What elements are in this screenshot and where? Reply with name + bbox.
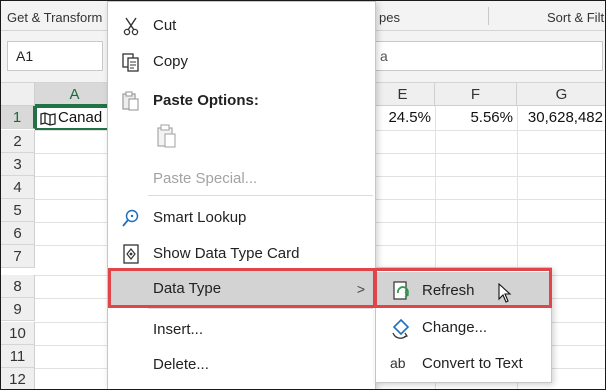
menu-item-cut[interactable]: Cut — [108, 7, 375, 43]
row-header-3[interactable]: 3 — [1, 153, 35, 176]
cell-f1[interactable]: 5.56% — [439, 106, 513, 129]
row-header-6[interactable]: 6 — [1, 222, 35, 245]
cell-a1[interactable]: Canad — [35, 106, 115, 130]
menu-separator — [148, 308, 373, 309]
column-header-f[interactable]: F — [435, 83, 517, 106]
menu-item-smart-lookup[interactable]: Smart Lookup — [108, 199, 375, 235]
row-header-4[interactable]: 4 — [1, 176, 35, 199]
smart-lookup-icon — [120, 207, 142, 229]
copy-icon — [120, 51, 142, 73]
row-header-1[interactable]: 1 — [1, 106, 35, 129]
ribbon-group-sort-filter[interactable]: Sort & Filt — [547, 10, 604, 25]
geography-map-icon[interactable] — [40, 112, 56, 129]
ribbon-group-data-types[interactable]: pes — [379, 10, 400, 25]
menu-item-delete[interactable]: Delete... — [108, 346, 375, 382]
column-header-g[interactable]: G — [517, 83, 605, 106]
menu-item-show-data-type-card[interactable]: Show Data Type Card — [108, 235, 375, 271]
select-all-corner[interactable] — [1, 83, 35, 106]
name-box[interactable]: A1 — [7, 41, 103, 71]
menu-item-paste-options-label: Paste Options: — [153, 92, 259, 109]
row-header-12[interactable]: 12 — [1, 368, 35, 389]
context-menu: Cut Copy Paste Options: Paste Special...… — [107, 1, 376, 389]
menu-item-cut-label: Cut — [153, 17, 177, 34]
submenu-item-convert-to-text-label: Convert to Text — [422, 355, 523, 372]
menu-item-paste-special-label: Paste Special... — [153, 170, 258, 187]
row-header-11[interactable]: 11 — [1, 345, 35, 368]
menu-item-smart-lookup-label: Smart Lookup — [153, 209, 247, 226]
paste-option-icon[interactable] — [154, 123, 180, 151]
submenu-item-change[interactable]: Change... — [376, 309, 551, 345]
row-header-5[interactable]: 5 — [1, 199, 35, 222]
submenu-item-convert-to-text[interactable]: ab Convert to Text — [376, 345, 551, 381]
menu-item-insert-label: Insert... — [153, 321, 204, 338]
data-type-highlight — [108, 268, 376, 308]
row-header-10[interactable]: 10 — [1, 322, 35, 345]
row-header-8[interactable]: 8 — [1, 275, 35, 298]
row-header-2[interactable]: 2 — [1, 130, 35, 153]
cell-a1-value: Canad — [58, 109, 103, 126]
menu-item-copy-label: Copy — [153, 53, 189, 70]
column-header-e[interactable]: E — [371, 83, 435, 106]
row-header-7[interactable]: 7 — [1, 245, 35, 268]
menu-separator — [148, 195, 373, 196]
convert-text-icon: ab — [390, 355, 406, 371]
menu-item-show-data-type-card-label: Show Data Type Card — [153, 245, 300, 262]
change-icon — [390, 317, 412, 339]
submenu-item-change-label: Change... — [422, 319, 488, 336]
scissors-icon — [120, 15, 142, 37]
excel-window: Get & Transform pes Sort & Filt A1 a A E… — [0, 0, 606, 390]
menu-item-copy[interactable]: Copy — [108, 43, 375, 79]
column-header-a[interactable]: A — [35, 83, 115, 106]
cell-g1[interactable]: 30,628,482 — [519, 106, 603, 129]
cell-e1[interactable]: 24.5% — [375, 106, 431, 129]
paste-icon — [120, 90, 142, 112]
menu-item-insert[interactable]: Insert... — [108, 311, 375, 347]
formula-input[interactable]: a — [375, 41, 603, 71]
menu-item-paste-special[interactable]: Paste Special... — [108, 160, 375, 196]
menu-item-delete-label: Delete... — [153, 356, 209, 373]
row-header-9[interactable]: 9 — [1, 298, 35, 321]
data-type-card-icon — [120, 243, 142, 265]
ribbon-group-get-transform[interactable]: Get & Transform — [7, 10, 102, 25]
mouse-cursor-icon — [498, 282, 512, 306]
ribbon-separator — [488, 7, 489, 25]
menu-item-paste-options: Paste Options: — [108, 82, 375, 118]
refresh-highlight — [374, 268, 552, 308]
